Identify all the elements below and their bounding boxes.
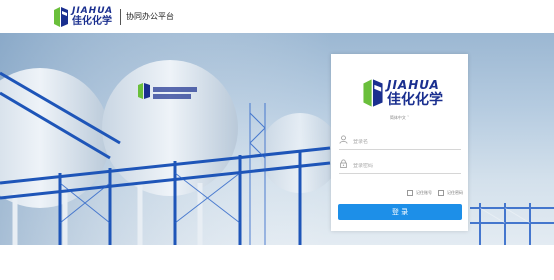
remember-account-option[interactable]: 记住账号 xyxy=(407,190,432,196)
top-bar: JIAHUA 佳化化学 协同办公平台 xyxy=(0,0,554,33)
lock-icon xyxy=(339,159,349,171)
login-button[interactable]: 登 录 xyxy=(338,204,462,220)
brand-divider xyxy=(120,9,121,25)
password-input[interactable] xyxy=(353,163,453,169)
jiahua-logo-icon xyxy=(362,78,384,108)
remember-account-label: 记住账号 xyxy=(416,190,432,195)
page-footer-area xyxy=(0,245,554,280)
industrial-plant-illustration xyxy=(0,33,554,245)
login-options: 记住账号 记住密码 xyxy=(401,190,463,196)
password-field[interactable] xyxy=(339,159,461,174)
hero-background: JIAHUA 佳化化学 简体中文 ˅ 登录名 记住账号 记住密码 登 录 xyxy=(0,33,554,245)
card-brand-name-cn: 佳化化学 xyxy=(387,91,443,108)
card-brand-logo: JIAHUA 佳化化学 xyxy=(362,76,443,110)
brand-logo: JIAHUA 佳化化学 xyxy=(53,5,113,29)
brand-name-en: JIAHUA xyxy=(72,6,114,16)
remember-password-checkbox[interactable] xyxy=(438,190,444,196)
card-brand-name-en: JIAHUA xyxy=(387,77,440,92)
login-card: JIAHUA 佳化化学 简体中文 ˅ 登录名 记住账号 记住密码 登 录 xyxy=(331,54,468,231)
remember-password-option[interactable]: 记住密码 xyxy=(438,190,463,196)
language-selector[interactable]: 简体中文 ˅ xyxy=(331,115,468,121)
brand-name-cn: 佳化化学 xyxy=(72,16,112,27)
jiahua-logo-icon xyxy=(53,6,69,28)
remember-password-label: 记住密码 xyxy=(447,190,463,195)
user-icon xyxy=(339,135,349,147)
username-field[interactable] xyxy=(339,135,461,150)
remember-account-checkbox[interactable] xyxy=(407,190,413,196)
system-title: 协同办公平台 xyxy=(126,12,174,21)
username-input[interactable] xyxy=(353,139,453,145)
